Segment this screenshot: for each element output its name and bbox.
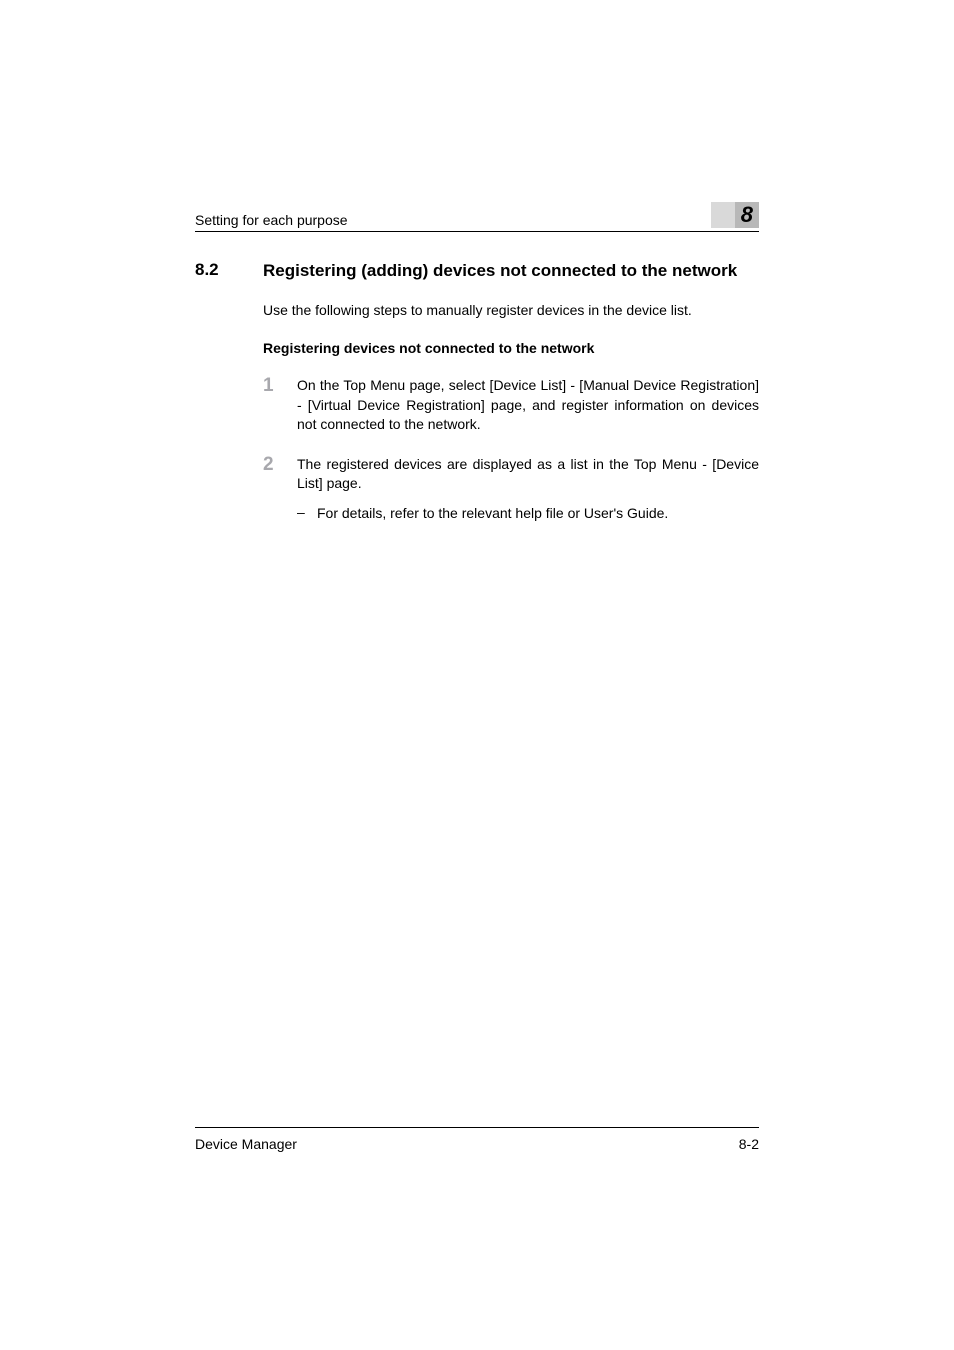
step-item: 2 The registered devices are displayed a… <box>263 455 759 524</box>
step-text: The registered devices are displayed as … <box>297 455 759 494</box>
page-number: 8-2 <box>739 1136 759 1152</box>
step-item: 1 On the Top Menu page, select [Device L… <box>263 376 759 435</box>
section-title: Registering (adding) devices not connect… <box>263 260 737 282</box>
section-heading: 8.2 Registering (adding) devices not con… <box>195 260 759 282</box>
page-header: Setting for each purpose 8 <box>195 202 759 232</box>
section-number: 8.2 <box>195 260 263 282</box>
step-number: 2 <box>263 455 297 524</box>
running-head: Setting for each purpose <box>195 212 348 228</box>
intro-paragraph: Use the following steps to manually regi… <box>263 302 759 318</box>
footer-title: Device Manager <box>195 1136 297 1152</box>
bullet-dash: – <box>297 504 317 524</box>
chapter-number: 8 <box>741 202 759 228</box>
bullet-text: For details, refer to the relevant help … <box>317 504 668 524</box>
step-number: 1 <box>263 376 297 435</box>
step-text: On the Top Menu page, select [Device Lis… <box>297 376 759 435</box>
chapter-indicator: 8 <box>711 202 759 228</box>
subheading: Registering devices not connected to the… <box>263 340 759 356</box>
page-footer: Device Manager 8-2 <box>195 1127 759 1152</box>
bullet-item: – For details, refer to the relevant hel… <box>297 504 759 524</box>
